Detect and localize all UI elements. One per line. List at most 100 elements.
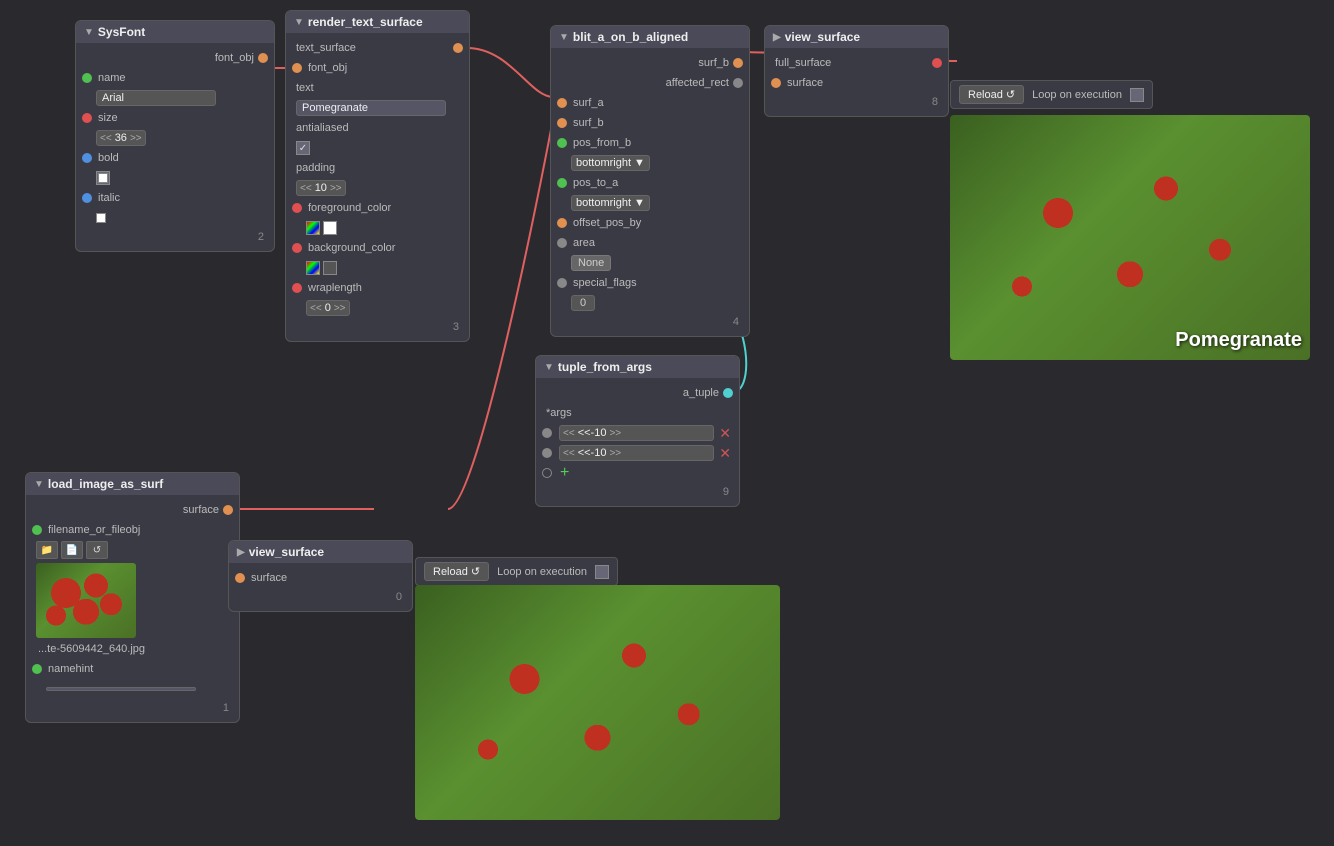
view-image-bottom (415, 585, 780, 820)
view-surface-top-full-port[interactable] (932, 58, 942, 68)
sysfont-size-left-arrow[interactable]: << (100, 133, 112, 144)
sysfont-italic-label: italic (98, 192, 120, 204)
load-image-filename-value: ...te-5609442_640.jpg (38, 643, 145, 655)
render-text-output-port[interactable] (453, 43, 463, 53)
tuple-val1-port[interactable] (542, 428, 552, 438)
blit-surf-a-port[interactable] (557, 98, 567, 108)
render-text-padding-stepper[interactable]: << 10 >> (296, 180, 346, 196)
view-surface-bottom-surface-row: surface (235, 569, 406, 587)
sysfont-italic-port[interactable] (82, 193, 92, 203)
blit-offset-port[interactable] (557, 218, 567, 228)
sysfont-title: SysFont (98, 25, 145, 39)
blit-pos-from-b-dropdown[interactable]: bottomright ▼ (571, 155, 650, 171)
sysfont-size-value: 36 (115, 132, 127, 144)
render-text-fg-swatch[interactable] (306, 221, 337, 235)
tuple-add-port[interactable] (542, 468, 552, 478)
render-text-antialiased-label: antialiased (296, 122, 349, 134)
view-surface-bottom-expand-arrow[interactable]: ▶ (237, 547, 245, 558)
load-image-filename-label: filename_or_fileobj (48, 524, 140, 536)
render-text-fg-label: foreground_color (308, 202, 391, 214)
render-text-collapse-arrow[interactable]: ▼ (294, 17, 304, 28)
render-text-antialiased-checkbox[interactable]: ✓ (296, 141, 310, 155)
sysfont-header: ▼ SysFont (76, 21, 274, 43)
blit-surf-b-out-row: surf_b (557, 54, 743, 72)
render-text-antialiased-row: antialiased (292, 119, 463, 137)
reload-button-bottom[interactable]: Reload ↺ (424, 562, 489, 581)
load-image-collapse-arrow[interactable]: ▼ (34, 479, 44, 490)
tuple-header: ▼ tuple_from_args (536, 356, 739, 378)
render-text-bg-swatch[interactable] (306, 261, 337, 275)
blit-flags-value[interactable]: 0 (571, 295, 595, 311)
sysfont-name-value[interactable]: Arial (96, 90, 216, 106)
blit-pos-to-a-value: bottomright (576, 197, 631, 209)
blit-area-value[interactable]: None (571, 255, 611, 271)
tuple-val2-remove[interactable]: ✕ (717, 445, 733, 462)
sysfont-bold-label: bold (98, 152, 119, 164)
load-image-namehint-value[interactable] (46, 687, 196, 691)
load-image-file-icon2[interactable]: 📄 (61, 541, 83, 559)
tuple-add-row: + (542, 464, 733, 482)
render-text-bg-port[interactable] (292, 243, 302, 253)
render-text-fg-port[interactable] (292, 203, 302, 213)
blit-area-port[interactable] (557, 238, 567, 248)
render-text-font-port[interactable] (292, 63, 302, 73)
blit-surf-a-row: surf_a (557, 94, 743, 112)
view-surface-bottom-surface-port[interactable] (235, 573, 245, 583)
render-text-wrap-port[interactable] (292, 283, 302, 293)
sysfont-bold-checkbox[interactable] (96, 171, 110, 185)
blit-pos-to-a-port[interactable] (557, 178, 567, 188)
sysfont-italic-checkbox[interactable] (96, 213, 106, 223)
blit-id: 4 (557, 314, 743, 330)
sysfont-name-port[interactable] (82, 73, 92, 83)
blit-surf-b-in-port[interactable] (557, 118, 567, 128)
blit-title: blit_a_on_b_aligned (573, 30, 688, 44)
sysfont-font-obj-port[interactable] (258, 53, 268, 63)
render-text-bg-color-swatch[interactable] (306, 261, 320, 275)
view-surface-bottom-header: ▶ view_surface (229, 541, 412, 563)
view-surface-top-expand-arrow[interactable]: ▶ (773, 32, 781, 43)
render-text-padding-value: 10 (315, 182, 327, 194)
render-text-text-value[interactable]: Pomegranate (296, 100, 446, 116)
blit-offset-label: offset_pos_by (573, 217, 641, 229)
loop-checkbox-bottom[interactable] (595, 565, 609, 579)
tuple-val1-stepper[interactable]: << <<-10 >> (559, 425, 714, 441)
blit-pos-from-b-port[interactable] (557, 138, 567, 148)
tuple-collapse-arrow[interactable]: ▼ (544, 362, 554, 373)
sysfont-bold-port[interactable] (82, 153, 92, 163)
render-text-output-row: text_surface (292, 39, 463, 57)
blit-surf-b-out-port[interactable] (733, 58, 743, 68)
tuple-val2-port[interactable] (542, 448, 552, 458)
tuple-val1-remove[interactable]: ✕ (717, 425, 733, 442)
blit-node: ▼ blit_a_on_b_aligned surf_b affected_re… (550, 25, 750, 337)
view-surface-top-surface-port[interactable] (771, 78, 781, 88)
render-text-padding-label: padding (296, 162, 335, 174)
load-image-file-icon1[interactable]: 📁 (36, 541, 58, 559)
blit-surf-a-label: surf_a (573, 97, 604, 109)
reload-button-top[interactable]: Reload ↺ (959, 85, 1024, 104)
tuple-output-port[interactable] (723, 388, 733, 398)
render-text-bg-dark-swatch[interactable] (323, 261, 337, 275)
tuple-val2-stepper[interactable]: << <<-10 >> (559, 445, 714, 461)
blit-pos-to-a-dropdown[interactable]: bottomright ▼ (571, 195, 650, 211)
blit-affected-rect-port[interactable] (733, 78, 743, 88)
loop-label-top: Loop on execution (1032, 89, 1122, 101)
sysfont-bold-row: bold (82, 149, 268, 167)
blit-pos-to-a-row: pos_to_a (557, 174, 743, 192)
sysfont-size-right-arrow[interactable]: >> (130, 133, 142, 144)
load-image-filename-port[interactable] (32, 525, 42, 535)
render-text-wrap-stepper[interactable]: << 0 >> (306, 300, 350, 316)
sysfont-size-port[interactable] (82, 113, 92, 123)
render-text-fg-white-swatch[interactable] (323, 221, 337, 235)
render-text-fg-color-swatch[interactable] (306, 221, 320, 235)
sysfont-collapse-arrow[interactable]: ▼ (84, 27, 94, 38)
blit-flags-port[interactable] (557, 278, 567, 288)
loop-checkbox-top[interactable] (1130, 88, 1144, 102)
blit-pos-from-b-label: pos_from_b (573, 137, 631, 149)
load-image-reload-icon[interactable]: ↺ (86, 541, 108, 559)
load-image-surface-port[interactable] (223, 505, 233, 515)
reload-label-top: Reload (968, 89, 1003, 101)
sysfont-size-stepper[interactable]: << 36 >> (96, 130, 146, 146)
tuple-add-button[interactable]: + (556, 464, 573, 482)
blit-collapse-arrow[interactable]: ▼ (559, 32, 569, 43)
load-image-namehint-port[interactable] (32, 664, 42, 674)
